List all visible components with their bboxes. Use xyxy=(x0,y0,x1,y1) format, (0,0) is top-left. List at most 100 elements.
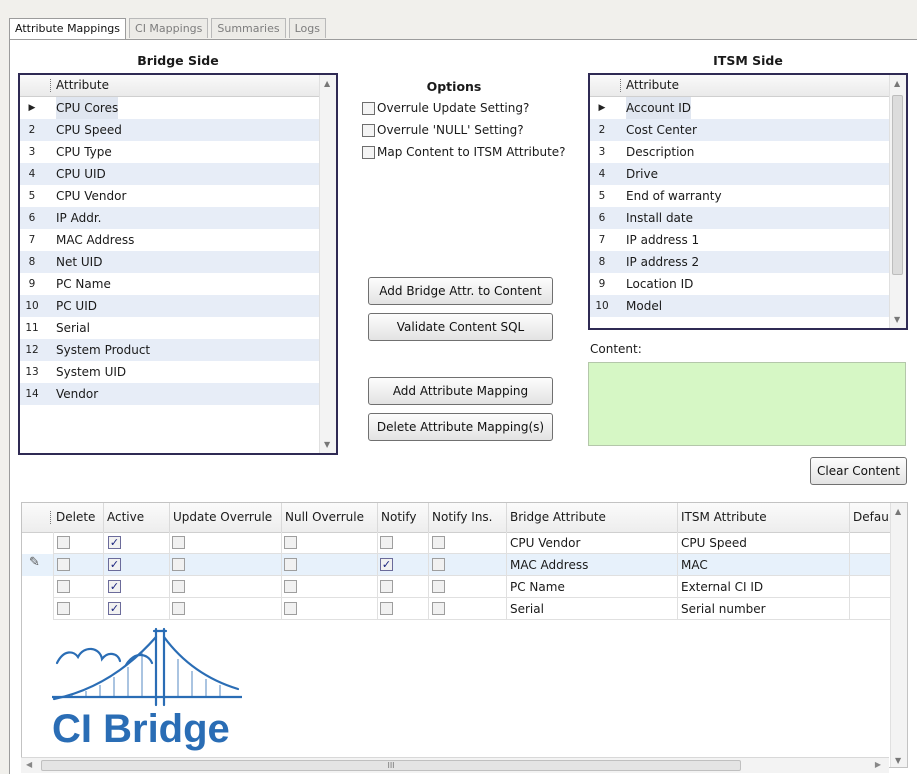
col-itsm-attribute[interactable]: ITSM Attribute xyxy=(677,503,849,532)
list-item[interactable]: 7 MAC Address xyxy=(20,229,336,251)
validate-content-sql-button[interactable]: Validate Content SQL xyxy=(368,313,553,341)
delete-checkbox[interactable] xyxy=(57,580,70,593)
scroll-down-icon[interactable]: ▼ xyxy=(894,315,900,324)
notify-ins-checkbox[interactable] xyxy=(432,536,445,549)
current-row-icon: ▶ xyxy=(598,103,606,113)
scroll-right-icon[interactable]: ▶ xyxy=(875,760,881,769)
scroll-up-icon[interactable]: ▲ xyxy=(895,507,901,516)
active-checkbox[interactable]: ✓ xyxy=(108,558,121,571)
notify-ins-checkbox[interactable] xyxy=(432,602,445,615)
option-overrule-null[interactable]: Overrule 'NULL' Setting? xyxy=(362,119,566,141)
list-item[interactable]: 9 PC Name xyxy=(20,273,336,295)
grid-vscrollbar[interactable]: ▲ ▼ xyxy=(890,503,907,767)
list-item[interactable]: 5 End of warranty xyxy=(590,185,906,207)
list-item[interactable]: 2 CPU Speed xyxy=(20,119,336,141)
list-item[interactable]: 3 Description xyxy=(590,141,906,163)
null-overrule-checkbox[interactable] xyxy=(284,558,297,571)
list-item[interactable]: 6 Install date xyxy=(590,207,906,229)
itsm-list-scrollbar[interactable]: ▲ ▼ xyxy=(889,75,906,328)
add-bridge-attr-button[interactable]: Add Bridge Attr. to Content xyxy=(368,277,553,305)
list-item[interactable]: 9 Location ID xyxy=(590,273,906,295)
col-default[interactable]: Defau xyxy=(849,503,890,532)
checkbox-icon[interactable] xyxy=(362,145,375,159)
checkbox-icon[interactable] xyxy=(362,123,375,137)
update-overrule-checkbox[interactable] xyxy=(172,580,185,593)
scroll-up-icon[interactable]: ▲ xyxy=(324,79,330,88)
notify-checkbox[interactable] xyxy=(380,536,393,549)
notify-checkbox[interactable] xyxy=(380,602,393,615)
null-overrule-checkbox[interactable] xyxy=(284,602,297,615)
checkbox-icon[interactable] xyxy=(362,101,375,115)
list-item[interactable]: 4 Drive xyxy=(590,163,906,185)
col-notify-ins[interactable]: Notify Ins. xyxy=(428,503,506,532)
tab-ci-mappings[interactable]: CI Mappings xyxy=(129,18,209,38)
content-textarea[interactable] xyxy=(588,362,906,446)
null-overrule-checkbox[interactable] xyxy=(284,580,297,593)
row-number: 7 xyxy=(28,234,36,246)
table-row[interactable]: MAC Address MAC ✓ ✓ ✎ xyxy=(22,554,890,576)
list-item[interactable]: 4 CPU UID xyxy=(20,163,336,185)
notify-ins-checkbox[interactable] xyxy=(432,580,445,593)
list-item[interactable]: 12 System Product xyxy=(20,339,336,361)
list-item[interactable]: 8 IP address 2 xyxy=(590,251,906,273)
content-label: Content: xyxy=(590,342,642,356)
row-number: 3 xyxy=(598,146,606,158)
active-checkbox[interactable]: ✓ xyxy=(108,580,121,593)
list-item[interactable]: 8 Net UID xyxy=(20,251,336,273)
list-item[interactable]: 14 Vendor xyxy=(20,383,336,405)
list-item[interactable]: ▶ CPU Cores xyxy=(20,97,336,119)
delete-attribute-mapping-button[interactable]: Delete Attribute Mapping(s) xyxy=(368,413,553,441)
update-overrule-checkbox[interactable] xyxy=(172,558,185,571)
tab-logs[interactable]: Logs xyxy=(288,18,326,38)
scroll-left-icon[interactable]: ◀ xyxy=(26,760,32,769)
list-item[interactable]: ▶ Account ID xyxy=(590,97,906,119)
bridge-list-scrollbar[interactable]: ▲ ▼ xyxy=(319,75,336,453)
scroll-down-icon[interactable]: ▼ xyxy=(895,756,901,765)
option-map-content[interactable]: Map Content to ITSM Attribute? xyxy=(362,141,566,163)
list-item[interactable]: 2 Cost Center xyxy=(590,119,906,141)
null-overrule-checkbox[interactable] xyxy=(284,536,297,549)
list-item[interactable]: 7 IP address 1 xyxy=(590,229,906,251)
list-item[interactable]: 3 CPU Type xyxy=(20,141,336,163)
col-active[interactable]: Active xyxy=(103,503,169,532)
list-item[interactable]: 10 Model xyxy=(590,295,906,317)
list-item[interactable]: 5 CPU Vendor xyxy=(20,185,336,207)
col-bridge-attribute[interactable]: Bridge Attribute xyxy=(506,503,677,532)
list-item[interactable]: 10 PC UID xyxy=(20,295,336,317)
notify-checkbox[interactable]: ✓ xyxy=(380,558,393,571)
add-attribute-mapping-button[interactable]: Add Attribute Mapping xyxy=(368,377,553,405)
col-update-overrule[interactable]: Update Overrule xyxy=(169,503,281,532)
table-row[interactable]: CPU Vendor CPU Speed ✓ xyxy=(22,532,890,554)
hscroll-thumb[interactable]: III xyxy=(41,760,741,771)
update-overrule-checkbox[interactable] xyxy=(172,602,185,615)
tab-summaries[interactable]: Summaries xyxy=(211,18,286,38)
clear-content-button[interactable]: Clear Content xyxy=(810,457,907,485)
list-item[interactable]: 11 Serial xyxy=(20,317,336,339)
bridge-attribute-list[interactable]: Attribute ▶ CPU Cores 2 CPU Speed 3 CPU Type 4… xyxy=(18,73,338,455)
list-item[interactable]: 13 System UID xyxy=(20,361,336,383)
notify-checkbox[interactable] xyxy=(380,580,393,593)
tab-attribute-mappings[interactable]: Attribute Mappings xyxy=(9,18,127,40)
col-notify[interactable]: Notify xyxy=(377,503,428,532)
table-cell xyxy=(849,576,890,598)
col-delete[interactable]: Delete xyxy=(53,503,103,532)
option-overrule-update[interactable]: Overrule Update Setting? xyxy=(362,97,566,119)
table-row[interactable]: Serial Serial number ✓ xyxy=(22,598,890,620)
itsm-attribute-list[interactable]: Attribute ▶ Account ID 2 Cost Center 3 Descri… xyxy=(588,73,908,330)
scroll-thumb[interactable] xyxy=(892,95,903,275)
grid-hscrollbar[interactable]: ◀ III ▶ xyxy=(21,757,889,773)
scroll-up-icon[interactable]: ▲ xyxy=(894,79,900,88)
attribute-mapping-grid[interactable]: Delete Active Update Overrule Null Overr… xyxy=(21,502,908,768)
active-checkbox[interactable]: ✓ xyxy=(108,602,121,615)
delete-checkbox[interactable] xyxy=(57,558,70,571)
table-row[interactable]: PC Name External CI ID ✓ xyxy=(22,576,890,598)
col-null-overrule[interactable]: Null Overrule xyxy=(281,503,377,532)
scroll-down-icon[interactable]: ▼ xyxy=(324,440,330,449)
delete-checkbox[interactable] xyxy=(57,536,70,549)
column-grip xyxy=(50,511,52,524)
active-checkbox[interactable]: ✓ xyxy=(108,536,121,549)
notify-ins-checkbox[interactable] xyxy=(432,558,445,571)
update-overrule-checkbox[interactable] xyxy=(172,536,185,549)
delete-checkbox[interactable] xyxy=(57,602,70,615)
list-item[interactable]: 6 IP Addr. xyxy=(20,207,336,229)
